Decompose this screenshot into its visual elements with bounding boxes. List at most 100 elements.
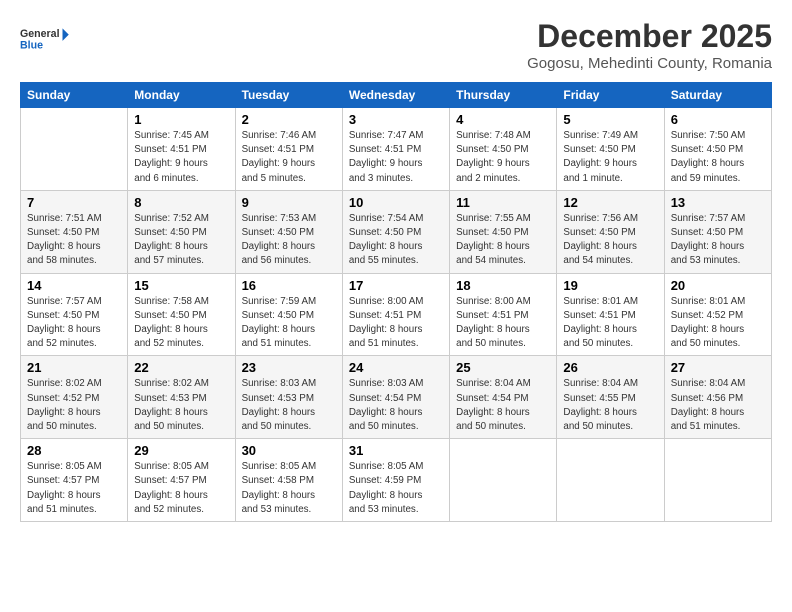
page-title: December 2025 — [527, 18, 772, 55]
calendar-cell: 5 Sunrise: 7:49 AM Sunset: 4:50 PM Daylig… — [557, 108, 664, 191]
calendar-cell: 2 Sunrise: 7:46 AM Sunset: 4:51 PM Daylig… — [235, 108, 342, 191]
calendar-cell: 9 Sunrise: 7:53 AM Sunset: 4:50 PM Daylig… — [235, 190, 342, 273]
calendar-cell — [21, 108, 128, 191]
col-header-friday: Friday — [557, 83, 664, 108]
day-info: Sunrise: 7:48 AM Sunset: 4:50 PM Dayligh… — [456, 129, 550, 186]
page-header: General Blue December 2025 Gogosu, Mehed… — [20, 18, 772, 72]
day-info: Sunrise: 7:50 AM Sunset: 4:50 PM Dayligh… — [671, 129, 765, 186]
calendar-cell: 26 Sunrise: 8:04 AM Sunset: 4:55 PM Dayli… — [557, 356, 664, 439]
calendar-cell: 28Sunrise: 8:05 AM Sunset: 4:57 PM Dayli… — [21, 439, 128, 522]
calendar-cell: 14 Sunrise: 7:57 AM Sunset: 4:50 PM Dayli… — [21, 273, 128, 356]
calendar-cell: 15 Sunrise: 7:58 AM Sunset: 4:50 PM Dayli… — [128, 273, 235, 356]
calendar-cell: 19 Sunrise: 8:01 AM Sunset: 4:51 PM Dayli… — [557, 273, 664, 356]
calendar-cell: 16 Sunrise: 7:59 AM Sunset: 4:50 PM Dayli… — [235, 273, 342, 356]
calendar-cell: 10 Sunrise: 7:54 AM Sunset: 4:50 PM Dayli… — [342, 190, 449, 273]
week-row-3: 14 Sunrise: 7:57 AM Sunset: 4:50 PM Dayli… — [21, 273, 772, 356]
calendar-cell: 24 Sunrise: 8:03 AM Sunset: 4:54 PM Dayli… — [342, 356, 449, 439]
day-info: Sunrise: 7:49 AM Sunset: 4:50 PM Dayligh… — [563, 129, 657, 186]
calendar-cell: 6 Sunrise: 7:50 AM Sunset: 4:50 PM Daylig… — [664, 108, 771, 191]
day-number: 10 — [349, 195, 443, 210]
day-number: 5 — [563, 112, 657, 127]
day-info: Sunrise: 8:05 AM Sunset: 4:59 PM Dayligh… — [349, 460, 443, 517]
day-number: 30 — [242, 443, 336, 458]
day-number: 14 — [27, 278, 121, 293]
day-number: 25 — [456, 360, 550, 375]
calendar-cell — [664, 439, 771, 522]
day-number: 8 — [134, 195, 228, 210]
day-info: Sunrise: 7:59 AM Sunset: 4:50 PM Dayligh… — [242, 295, 336, 352]
day-number: 29 — [134, 443, 228, 458]
calendar-table: SundayMondayTuesdayWednesdayThursdayFrid… — [20, 82, 772, 522]
day-info: Sunrise: 7:55 AM Sunset: 4:50 PM Dayligh… — [456, 212, 550, 269]
col-header-sunday: Sunday — [21, 83, 128, 108]
calendar-cell: 18 Sunrise: 8:00 AM Sunset: 4:51 PM Dayli… — [450, 273, 557, 356]
calendar-cell — [557, 439, 664, 522]
day-info: Sunrise: 7:58 AM Sunset: 4:50 PM Dayligh… — [134, 295, 228, 352]
day-number: 19 — [563, 278, 657, 293]
week-row-5: 28 Sunrise: 8:05 AM Sunset: 4:57 PM Dayli… — [21, 439, 772, 522]
col-header-thursday: Thursday — [450, 83, 557, 108]
day-info: Sunrise: 8:04 AM Sunset: 4:55 PM Dayligh… — [563, 377, 657, 434]
day-number: 7 — [27, 195, 121, 210]
day-number: 3 — [349, 112, 443, 127]
day-number: 23 — [242, 360, 336, 375]
calendar-cell: 22Sunrise: 8:02 AM Sunset: 4:53 PM Dayli… — [128, 356, 235, 439]
logo-svg: General Blue — [20, 18, 70, 60]
day-info: Sunrise: 7:54 AM Sunset: 4:50 PM Dayligh… — [349, 212, 443, 269]
calendar-cell: 11 Sunrise: 7:55 AM Sunset: 4:50 PM Dayli… — [450, 190, 557, 273]
calendar-cell: 4 Sunrise: 7:48 AM Sunset: 4:50 PM Daylig… — [450, 108, 557, 191]
day-number: 9 — [242, 195, 336, 210]
day-info: Sunrise: 7:46 AM Sunset: 4:51 PM Dayligh… — [242, 129, 336, 186]
calendar-cell: 13Sunrise: 7:57 AM Sunset: 4:50 PM Dayli… — [664, 190, 771, 273]
day-info: Sunrise: 8:05 AM Sunset: 4:57 PM Dayligh… — [134, 460, 228, 517]
week-row-1: 1Sunrise: 7:45 AM Sunset: 4:51 PM Daylig… — [21, 108, 772, 191]
day-info: Sunrise: 8:04 AM Sunset: 4:54 PM Dayligh… — [456, 377, 550, 434]
day-info: Sunrise: 8:03 AM Sunset: 4:54 PM Dayligh… — [349, 377, 443, 434]
calendar-cell: 20 Sunrise: 8:01 AM Sunset: 4:52 PM Dayli… — [664, 273, 771, 356]
day-number: 31 — [349, 443, 443, 458]
day-number: 26 — [563, 360, 657, 375]
calendar-cell: 27 Sunrise: 8:04 AM Sunset: 4:56 PM Dayli… — [664, 356, 771, 439]
day-number: 24 — [349, 360, 443, 375]
day-info: Sunrise: 8:02 AM Sunset: 4:52 PM Dayligh… — [27, 377, 121, 434]
day-info: Sunrise: 7:47 AM Sunset: 4:51 PM Dayligh… — [349, 129, 443, 186]
day-info: Sunrise: 8:01 AM Sunset: 4:52 PM Dayligh… — [671, 295, 765, 352]
col-header-wednesday: Wednesday — [342, 83, 449, 108]
col-header-saturday: Saturday — [664, 83, 771, 108]
title-block: December 2025 Gogosu, Mehedinti County, … — [527, 18, 772, 72]
col-header-monday: Monday — [128, 83, 235, 108]
day-number: 16 — [242, 278, 336, 293]
day-number: 21 — [27, 360, 121, 375]
day-number: 4 — [456, 112, 550, 127]
day-number: 17 — [349, 278, 443, 293]
logo: General Blue — [20, 18, 70, 60]
day-info: Sunrise: 7:57 AM Sunset: 4:50 PM Dayligh… — [27, 295, 121, 352]
day-info: Sunrise: 7:52 AM Sunset: 4:50 PM Dayligh… — [134, 212, 228, 269]
day-number: 6 — [671, 112, 765, 127]
calendar-cell — [450, 439, 557, 522]
calendar-cell: 1Sunrise: 7:45 AM Sunset: 4:51 PM Daylig… — [128, 108, 235, 191]
day-number: 28 — [27, 443, 121, 458]
day-number: 15 — [134, 278, 228, 293]
calendar-cell: 31 Sunrise: 8:05 AM Sunset: 4:59 PM Dayli… — [342, 439, 449, 522]
day-info: Sunrise: 7:53 AM Sunset: 4:50 PM Dayligh… — [242, 212, 336, 269]
day-info: Sunrise: 8:01 AM Sunset: 4:51 PM Dayligh… — [563, 295, 657, 352]
day-number: 12 — [563, 195, 657, 210]
svg-text:Blue: Blue — [20, 39, 43, 51]
day-number: 11 — [456, 195, 550, 210]
day-number: 18 — [456, 278, 550, 293]
day-info: Sunrise: 8:00 AM Sunset: 4:51 PM Dayligh… — [456, 295, 550, 352]
day-number: 27 — [671, 360, 765, 375]
day-number: 13 — [671, 195, 765, 210]
calendar-cell: 23Sunrise: 8:03 AM Sunset: 4:53 PM Dayli… — [235, 356, 342, 439]
day-info: Sunrise: 7:51 AM Sunset: 4:50 PM Dayligh… — [27, 212, 121, 269]
day-number: 22 — [134, 360, 228, 375]
calendar-cell: 3 Sunrise: 7:47 AM Sunset: 4:51 PM Daylig… — [342, 108, 449, 191]
day-number: 2 — [242, 112, 336, 127]
week-row-2: 7 Sunrise: 7:51 AM Sunset: 4:50 PM Daylig… — [21, 190, 772, 273]
day-info: Sunrise: 7:56 AM Sunset: 4:50 PM Dayligh… — [563, 212, 657, 269]
svg-text:General: General — [20, 28, 60, 40]
calendar-cell: 30Sunrise: 8:05 AM Sunset: 4:58 PM Dayli… — [235, 439, 342, 522]
day-info: Sunrise: 8:04 AM Sunset: 4:56 PM Dayligh… — [671, 377, 765, 434]
day-number: 20 — [671, 278, 765, 293]
